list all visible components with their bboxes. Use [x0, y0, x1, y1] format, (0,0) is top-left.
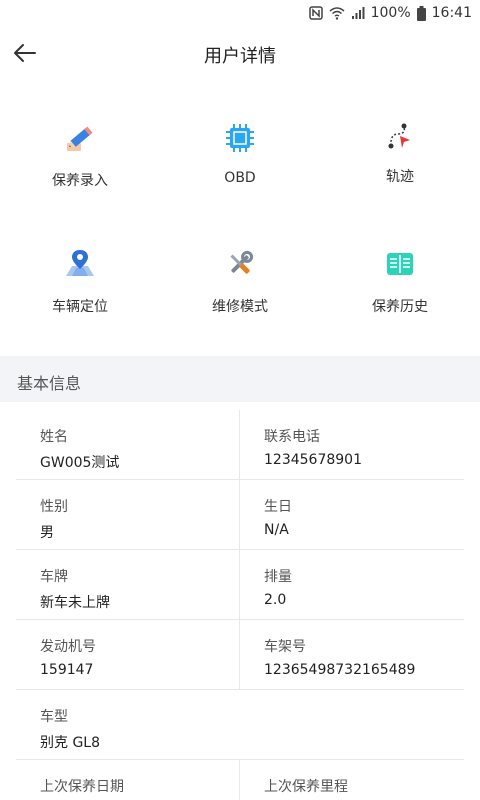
repair-mode-label: 维修模式 — [212, 299, 268, 315]
basic-info-grid: 姓名 GW005测试 联系电话 12345678901 性别 男 生日 N/A … — [16, 410, 464, 800]
maintenance-entry-button[interactable]: 保养录入 — [0, 120, 160, 230]
displacement-label: 排量 — [264, 569, 292, 585]
section-title: 基本信息 — [17, 374, 82, 393]
route-icon — [382, 118, 418, 154]
model-value: 别克 GL8 — [40, 735, 101, 751]
vin-value: 12365498732165489 — [264, 662, 416, 678]
phone-value: 12345678901 — [264, 452, 362, 468]
maintenance-entry-label: 保养录入 — [52, 173, 108, 189]
wifi-icon — [329, 6, 345, 20]
model-field: 车型 别克 GL8 — [16, 690, 240, 760]
name-label: 姓名 — [40, 429, 68, 445]
name-value: GW005测试 — [40, 455, 120, 471]
maintenance-history-button[interactable]: 保养历史 — [320, 246, 480, 356]
info-row: 发动机号 159147 车架号 12365498732165489 — [16, 620, 464, 690]
info-row: 性别 男 生日 N/A — [16, 480, 464, 550]
battery-percent: 100% — [370, 5, 411, 21]
battery-icon — [416, 5, 426, 21]
map-pin-icon — [62, 246, 98, 282]
signal-icon — [351, 6, 365, 20]
last-maintenance-mileage-field: 上次保养里程 — [240, 760, 464, 800]
phone-field: 联系电话 12345678901 — [240, 410, 464, 480]
header: 用户详情 — [0, 26, 480, 82]
obd-button[interactable]: OBD — [160, 120, 320, 230]
clock: 16:41 — [431, 5, 472, 21]
vehicle-location-button[interactable]: 车辆定位 — [0, 246, 160, 356]
basic-info-section-header: 基本信息 — [0, 356, 480, 402]
nfc-icon — [308, 6, 323, 20]
engine-number-value: 159147 — [40, 662, 94, 678]
info-row: 上次保养日期 上次保养里程 — [16, 760, 464, 800]
plate-field: 车牌 新车未上牌 — [16, 550, 240, 620]
model-label: 车型 — [40, 709, 68, 725]
maintenance-history-label: 保养历史 — [372, 299, 428, 315]
info-row: 车型 别克 GL8 — [16, 690, 464, 760]
name-field: 姓名 GW005测试 — [16, 410, 240, 480]
vehicle-location-label: 车辆定位 — [52, 299, 108, 315]
info-row: 车牌 新车未上牌 排量 2.0 — [16, 550, 464, 620]
displacement-value: 2.0 — [264, 592, 287, 608]
page-title: 用户详情 — [204, 46, 276, 67]
gender-label: 性别 — [40, 499, 68, 515]
tools-icon — [222, 246, 258, 282]
chip-icon — [222, 120, 258, 156]
last-maintenance-date-label: 上次保养日期 — [40, 779, 124, 795]
status-bar: 100% 16:41 — [0, 0, 480, 26]
info-row: 姓名 GW005测试 联系电话 12345678901 — [16, 410, 464, 480]
phone-label: 联系电话 — [264, 429, 320, 445]
track-button[interactable]: 轨迹 — [320, 118, 480, 228]
track-label: 轨迹 — [386, 169, 414, 185]
status-icons: 100% 16:41 — [308, 4, 472, 22]
gender-value: 男 — [40, 525, 54, 541]
plate-value: 新车未上牌 — [40, 595, 110, 611]
birthday-label: 生日 — [264, 499, 292, 515]
book-icon — [382, 246, 418, 282]
obd-label: OBD — [224, 170, 256, 186]
plate-label: 车牌 — [40, 569, 68, 585]
vin-field: 车架号 12365498732165489 — [240, 620, 464, 690]
engine-number-label: 发动机号 — [40, 639, 96, 655]
last-maintenance-date-field: 上次保养日期 — [16, 760, 240, 800]
last-maintenance-mileage-label: 上次保养里程 — [264, 779, 348, 795]
vin-label: 车架号 — [264, 639, 306, 655]
function-grid: 保养录入 OBD 轨迹 车辆定位 维修模式 保养历史 — [0, 100, 480, 356]
engine-number-field: 发动机号 159147 — [16, 620, 240, 690]
birthday-field: 生日 N/A — [240, 480, 464, 550]
repair-mode-button[interactable]: 维修模式 — [160, 246, 320, 356]
pencil-icon — [62, 120, 98, 156]
gender-field: 性别 男 — [16, 480, 240, 550]
displacement-field: 排量 2.0 — [240, 550, 464, 620]
birthday-value: N/A — [264, 522, 289, 538]
